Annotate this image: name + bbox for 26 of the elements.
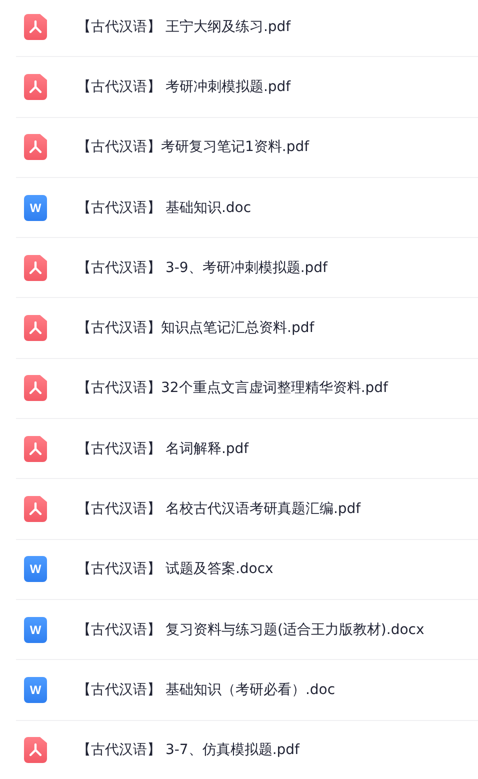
pdf-file-icon xyxy=(24,496,47,522)
word-file-icon: W xyxy=(24,556,47,582)
file-name[interactable]: 【古代汉语】 基础知识（考研必看）.doc xyxy=(77,680,336,699)
word-file-icon: W xyxy=(24,676,47,703)
file-name[interactable]: 【古代汉语】 3-9、考研冲刺模拟题.pdf xyxy=(77,258,328,277)
pdf-file-icon xyxy=(24,74,47,100)
file-name[interactable]: 【古代汉语】考研复习笔记1资料.pdf xyxy=(77,138,310,156)
file-name[interactable]: 【古代汉语】 试题及答案.docx xyxy=(77,560,274,578)
pdf-file-icon xyxy=(24,254,47,281)
file-name[interactable]: 【古代汉语】 名词解释.pdf xyxy=(77,440,249,458)
word-file-icon: W xyxy=(24,616,47,643)
file-name[interactable]: 【古代汉语】 3-7、仿真模拟题.pdf xyxy=(77,741,300,760)
word-file-icon: W xyxy=(24,194,47,221)
pdf-file-icon xyxy=(24,436,47,462)
file-name[interactable]: 【古代汉语】 考研冲刺模拟题.pdf xyxy=(77,78,291,96)
file-name[interactable]: 【古代汉语】 基础知识.doc xyxy=(77,198,252,217)
file-name[interactable]: 【古代汉语】 王宁大纲及练习.pdf xyxy=(77,18,291,36)
file-name[interactable]: 【古代汉语】 复习资料与练习题(适合王力版教材).docx xyxy=(77,620,424,639)
pdf-file-icon xyxy=(24,375,47,402)
file-name[interactable]: 【古代汉语】 名校古代汉语考研真题汇编.pdf xyxy=(77,500,361,518)
pdf-file-icon xyxy=(24,737,47,764)
pdf-file-icon xyxy=(24,315,47,342)
file-name[interactable]: 【古代汉语】知识点笔记汇总资料.pdf xyxy=(77,319,314,338)
pdf-file-icon xyxy=(24,134,47,160)
pdf-file-icon xyxy=(24,14,47,40)
file-name[interactable]: 【古代汉语】32个重点文言虚词整理精华资料.pdf xyxy=(77,379,388,398)
